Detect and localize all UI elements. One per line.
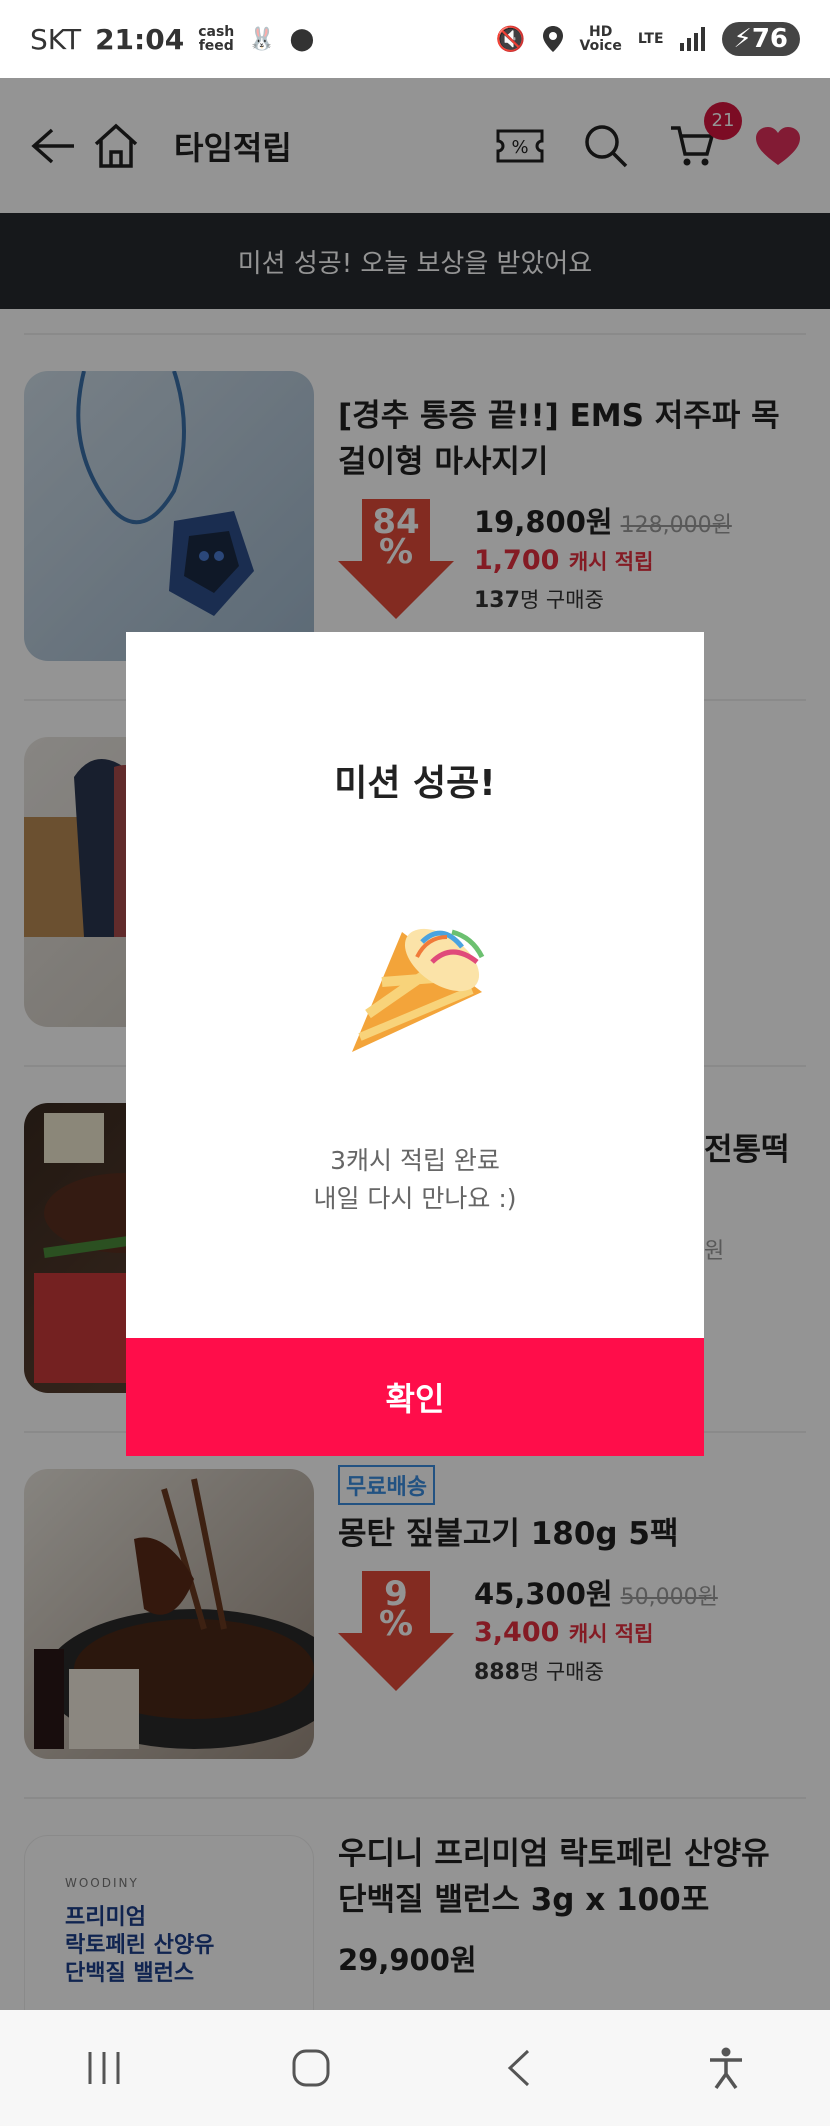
mute-icon: 🔇 (495, 25, 526, 53)
mission-success-dialog: 미션 성공! 3캐시 적립 완료 내일 다시 만나요 :) 확인 (126, 632, 704, 1456)
lte-icon: LTE (637, 31, 664, 47)
signal-icon (679, 27, 705, 51)
location-icon (542, 26, 563, 52)
back-button-icon[interactable] (479, 2028, 559, 2108)
party-popper-icon (352, 928, 485, 1052)
battery-indicator: ⚡76 (721, 22, 800, 56)
hd-voice-icon: HD Voice (579, 24, 622, 54)
system-nav-bar (0, 2010, 830, 2126)
clock: 21:04 (95, 22, 185, 56)
recent-apps-icon[interactable] (64, 2028, 144, 2108)
carrier-label: SKT (30, 22, 82, 56)
home-button-icon[interactable] (271, 2028, 351, 2108)
confirm-button[interactable]: 확인 (126, 1338, 704, 1456)
dialog-title: 미션 성공! (334, 763, 496, 804)
status-bar: SKT 21:04 cash feed 🐰 ⬤ 🔇 HD Voice LTE ⚡… (0, 0, 830, 78)
location-dot-icon: ⬤ (289, 26, 315, 52)
dialog-message: 3캐시 적립 완료 내일 다시 만나요 :) (313, 1146, 517, 1213)
cashfeed-icon: cash feed (198, 24, 235, 54)
accessibility-icon[interactable] (686, 2028, 766, 2108)
rabbit-icon: 🐰 (248, 26, 276, 52)
